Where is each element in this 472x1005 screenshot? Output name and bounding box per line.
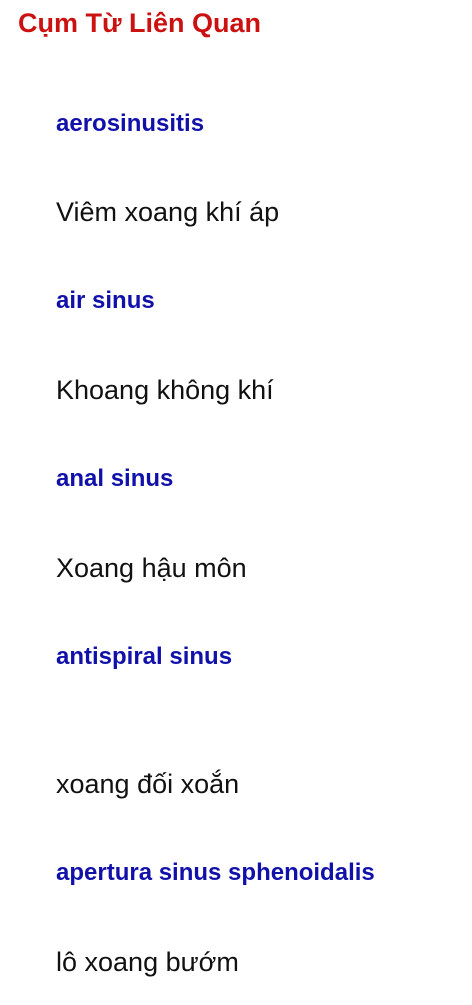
phrase-term-link[interactable]: anal sinus <box>56 464 173 494</box>
phrase-meaning: Viêm xoang khí áp <box>56 197 280 227</box>
phrase-meaning: Khoang không khí <box>56 375 274 405</box>
phrase-term-link[interactable]: antispiral sinus <box>56 642 232 672</box>
phrase-meaning: Xoang hậu môn <box>56 553 247 583</box>
phrase-term-link[interactable]: aerosinusitis <box>56 109 204 139</box>
phrase-term-link[interactable]: air sinus <box>56 286 155 316</box>
phrase-term-link[interactable]: apertura sinus sphenoidalis <box>56 858 375 888</box>
phrase-meaning: lô xoang bướm <box>56 947 239 977</box>
phrase-meaning: xoang đối xoắn <box>56 769 240 799</box>
related-phrases-list: aerosinusitis Viêm xoang khí áp air sinu… <box>56 0 466 1005</box>
